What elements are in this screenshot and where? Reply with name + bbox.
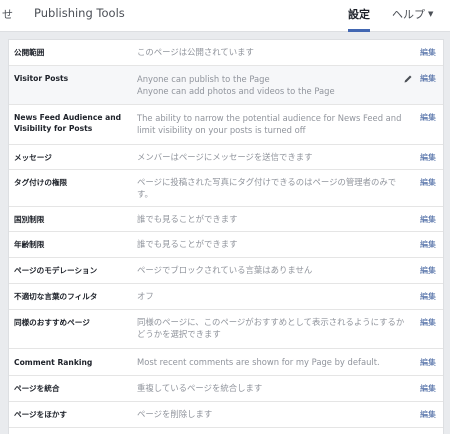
caret-down-icon: ▼ bbox=[428, 10, 434, 18]
edit-link[interactable]: 編集 bbox=[420, 152, 436, 163]
setting-value: Anyone can publish to the Page bbox=[137, 74, 270, 84]
edit-link[interactable]: 編集 bbox=[420, 265, 436, 276]
setting-value: 重複しているページを統合します bbox=[137, 383, 263, 393]
edit-link[interactable]: 編集 bbox=[420, 177, 436, 188]
settings-row-news-feed-audience: News Feed Audience and Visibility for Po… bbox=[9, 105, 443, 145]
setting-label: Visitor Posts bbox=[14, 74, 69, 83]
setting-value: ページを削除します bbox=[137, 409, 213, 419]
setting-label: 年齢制限 bbox=[14, 240, 45, 249]
help-label: ヘルプ bbox=[392, 8, 425, 21]
setting-value: Most recent comments are shown for my Pa… bbox=[137, 357, 380, 367]
setting-label: 同様のおすすめページ bbox=[14, 318, 90, 327]
setting-label: News Feed Audience and Visibility for Po… bbox=[14, 113, 122, 133]
setting-value: ページでブロックされている言葉はありません bbox=[137, 265, 313, 275]
edit-link[interactable]: 編集 bbox=[420, 73, 436, 84]
settings-row-messages: メッセージ メンバーはページにメッセージを送信できます 編集 bbox=[9, 145, 443, 170]
settings-panel: 公開範囲 このページは公開されています 編集 Visitor Posts Any… bbox=[8, 39, 444, 434]
edit-link[interactable]: 編集 bbox=[420, 214, 436, 225]
settings-row-page-moderation: ページのモデレーション ページでブロックされている言葉はありません 編集 bbox=[9, 258, 443, 284]
setting-value: オフ bbox=[137, 291, 154, 301]
setting-label: ページを統合 bbox=[14, 384, 60, 393]
tab-clipped[interactable]: せ bbox=[2, 6, 13, 22]
setting-label: タグ付けの権限 bbox=[14, 178, 68, 187]
edit-link[interactable]: 編集 bbox=[420, 239, 436, 250]
setting-value: メンバーはページにメッセージを送信できます bbox=[137, 152, 313, 162]
setting-label: ページをほかす bbox=[14, 410, 68, 419]
tab-publishing-tools[interactable]: Publishing Tools bbox=[34, 6, 125, 20]
settings-row-comment-ranking: Comment Ranking Most recent comments are… bbox=[9, 349, 443, 376]
settings-row-country-restrictions: 国別制限 誰でも見ることができます 編集 bbox=[9, 207, 443, 232]
edit-link[interactable]: 編集 bbox=[420, 409, 436, 420]
setting-label: メッセージ bbox=[14, 153, 52, 162]
settings-row-tagging-permission: タグ付けの権限 ページに投稿された写真にタグ付けできるのはページの管理者のみです… bbox=[9, 170, 443, 207]
setting-label: 公開範囲 bbox=[14, 48, 45, 57]
edit-link[interactable]: 編集 bbox=[420, 317, 436, 328]
settings-row-visibility: 公開範囲 このページは公開されています 編集 bbox=[9, 40, 443, 66]
settings-row-similar-page-suggestions: 同様のおすすめページ 同様のページに、このページがおすすめとして表示されるように… bbox=[9, 310, 443, 349]
setting-label: Comment Ranking bbox=[14, 358, 93, 367]
setting-value: 誰でも見ることができます bbox=[137, 214, 238, 224]
edit-link[interactable]: 編集 bbox=[420, 291, 436, 302]
setting-value: The ability to narrow the potential audi… bbox=[137, 113, 402, 135]
top-tab-bar: せ Publishing Tools 設定 ヘルプ ▼ bbox=[0, 0, 450, 32]
setting-value-secondary: Anyone can add photos and videos to the … bbox=[137, 86, 335, 96]
settings-row-profanity-filter: 不適切な言葉のフィルタ オフ 編集 bbox=[9, 284, 443, 310]
edit-link[interactable]: 編集 bbox=[420, 47, 436, 58]
edit-link[interactable]: 編集 bbox=[420, 383, 436, 394]
tab-settings[interactable]: 設定 bbox=[348, 6, 370, 32]
setting-label: 国別制限 bbox=[14, 215, 45, 224]
setting-value: 誰でも見ることができます bbox=[137, 239, 238, 249]
setting-value: ページに投稿された写真にタグ付けできるのはページの管理者のみです。 bbox=[137, 177, 397, 199]
setting-value: 同様のページに、このページがおすすめとして表示されるようにするかどうかを選択でき… bbox=[137, 317, 405, 339]
edit-link[interactable]: 編集 bbox=[420, 357, 436, 368]
setting-label: 不適切な言葉のフィルタ bbox=[14, 292, 98, 301]
edit-link[interactable]: 編集 bbox=[420, 112, 436, 123]
settings-row-merge-pages: ページを統合 重複しているページを統合します 編集 bbox=[9, 376, 443, 402]
setting-label: ページのモデレーション bbox=[14, 266, 98, 275]
help-menu[interactable]: ヘルプ ▼ bbox=[392, 6, 433, 22]
pencil-icon[interactable] bbox=[403, 74, 413, 84]
settings-row-age-restrictions: 年齢制限 誰でも見ることができます 編集 bbox=[9, 232, 443, 258]
settings-row-visitor-posts: Visitor Posts Anyone can publish to the … bbox=[9, 66, 443, 105]
setting-value: このページは公開されています bbox=[137, 47, 254, 57]
settings-row-remove-page: ページをほかす ページを削除します 編集 bbox=[9, 402, 443, 428]
